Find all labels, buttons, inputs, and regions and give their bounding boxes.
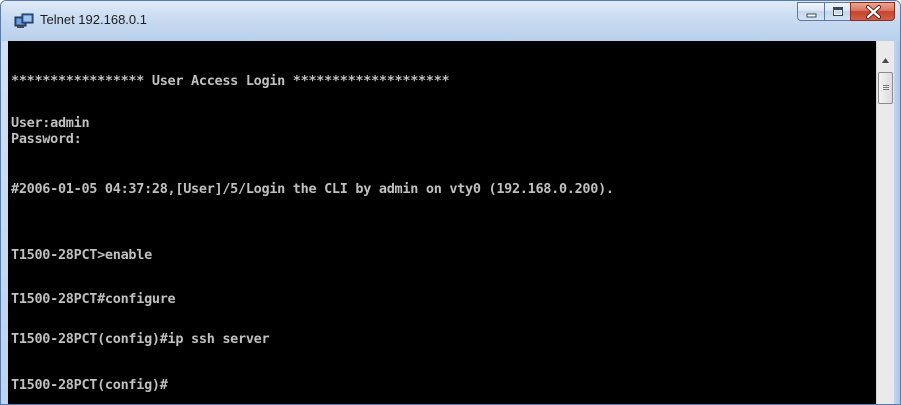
thumb-grip bbox=[883, 89, 889, 90]
vertical-scrollbar[interactable] bbox=[876, 41, 894, 404]
caption-buttons bbox=[797, 2, 895, 22]
maximize-icon bbox=[833, 7, 843, 16]
scrollbar-thumb[interactable] bbox=[878, 72, 893, 104]
console-line: Password: bbox=[11, 131, 82, 147]
thumb-grip bbox=[883, 85, 889, 86]
thumb-grip bbox=[883, 87, 889, 88]
arrow-up-icon[interactable] bbox=[878, 52, 893, 69]
maximize-button[interactable] bbox=[824, 2, 850, 21]
console-line: T1500-28PCT#configure bbox=[11, 291, 176, 307]
console-line: #2006-01-05 04:37:28,[User]/5/Login the … bbox=[11, 181, 614, 197]
minimize-button[interactable] bbox=[797, 2, 824, 21]
console-line: T1500-28PCT>enable bbox=[11, 247, 152, 263]
close-icon bbox=[866, 5, 881, 19]
window-frame-right bbox=[894, 41, 900, 404]
close-button[interactable] bbox=[850, 2, 895, 21]
console-line: T1500-28PCT(config)# bbox=[11, 377, 168, 393]
console-line: T1500-28PCT(config)#ip ssh server bbox=[11, 331, 270, 347]
title-bar[interactable]: Telnet 192.168.0.1 bbox=[1, 1, 900, 41]
telnet-window: Telnet 192.168.0.1 ***************** Use… bbox=[0, 0, 901, 405]
window-title: Telnet 192.168.0.1 bbox=[40, 12, 147, 27]
minimize-icon bbox=[806, 13, 817, 18]
telnet-terminal-icon[interactable] bbox=[14, 13, 34, 29]
terminal-console[interactable]: ***************** User Access Login ****… bbox=[8, 41, 876, 404]
console-line: ***************** User Access Login ****… bbox=[11, 73, 450, 89]
console-line: User:admin bbox=[11, 115, 90, 131]
